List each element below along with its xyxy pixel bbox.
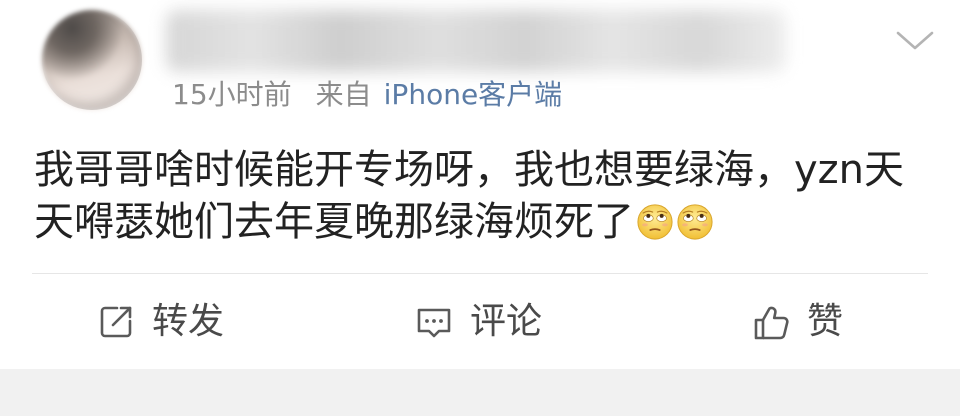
like-button[interactable]: 赞 bbox=[751, 298, 843, 346]
post-time: 15小时前 bbox=[172, 78, 292, 111]
comment-label: 评论 bbox=[470, 301, 543, 342]
eye-roll-emoji bbox=[636, 203, 674, 241]
post-text: 我哥哥啥时候能开专场呀，我也想要绿海，yzn天 天嘚瑟她们去年夏晚那绿海烦死了 bbox=[34, 144, 924, 248]
author-avatar[interactable] bbox=[42, 10, 142, 110]
eye-roll-emoji bbox=[676, 203, 714, 241]
author-name-blurred[interactable] bbox=[166, 10, 786, 72]
chevron-down-icon[interactable] bbox=[894, 26, 936, 54]
post-source-link[interactable]: iPhone客户端 bbox=[384, 78, 563, 111]
comment-icon bbox=[414, 302, 454, 342]
source-prefix: 来自 bbox=[315, 78, 372, 111]
post-text-line-1: 我哥哥啥时候能开专场呀，我也想要绿海，yzn天 bbox=[34, 147, 905, 193]
action-divider bbox=[32, 273, 928, 274]
thumbs-up-icon bbox=[751, 302, 791, 342]
post-text-line-2: 天嘚瑟她们去年夏晚那绿海烦死了 bbox=[34, 199, 634, 245]
comment-button[interactable]: 评论 bbox=[414, 298, 542, 346]
feed-separator-band bbox=[0, 369, 960, 416]
post-text-line: 天嘚瑟她们去年夏晚那绿海烦死了 bbox=[34, 196, 924, 248]
repost-label: 转发 bbox=[152, 301, 225, 342]
like-label: 赞 bbox=[807, 301, 844, 342]
post-text-line: 我哥哥啥时候能开专场呀，我也想要绿海，yzn天 bbox=[34, 144, 924, 196]
post-meta: 15小时前 来自 iPhone客户端 bbox=[172, 77, 562, 113]
share-icon bbox=[96, 302, 136, 342]
repost-button[interactable]: 转发 bbox=[96, 298, 224, 346]
